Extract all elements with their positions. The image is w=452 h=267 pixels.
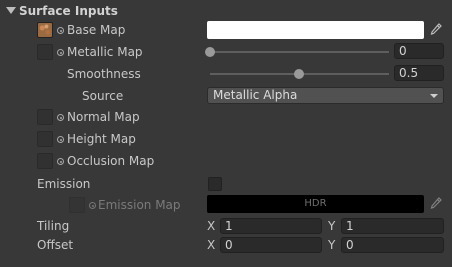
offset-x-field[interactable]: 0	[220, 237, 322, 253]
base-map-color-field[interactable]	[207, 21, 424, 39]
tiling-x-field[interactable]: 1	[220, 218, 322, 234]
foldout-triangle-icon[interactable]	[6, 7, 16, 14]
metallic-map-object-picker-icon[interactable]	[57, 49, 64, 56]
occlusion-map-object-picker-icon[interactable]	[57, 158, 64, 165]
offset-x-label: X	[207, 238, 216, 252]
tiling-y-label: Y	[328, 219, 336, 233]
source-label: Source	[82, 89, 124, 103]
emission-checkbox[interactable]	[208, 177, 222, 191]
height-map-texture-slot[interactable]	[37, 131, 53, 147]
normal-map-texture-slot[interactable]	[37, 109, 53, 125]
metallic-slider-track[interactable]	[210, 51, 389, 53]
offset-label: Offset	[37, 238, 74, 252]
smoothness-value-field[interactable]: 0.5	[394, 65, 444, 81]
base-map-eyedropper-icon[interactable]	[428, 21, 444, 39]
emission-map-label: Emission Map	[98, 198, 181, 212]
offset-y-label: Y	[328, 238, 336, 252]
source-dropdown[interactable]: Metallic Alpha	[207, 87, 444, 104]
smoothness-slider-knob[interactable]	[294, 69, 304, 79]
metallic-map-texture-slot[interactable]	[37, 44, 53, 60]
emission-color-field: HDR	[207, 195, 424, 213]
base-map-texture-slot[interactable]	[37, 22, 53, 38]
emission-map-texture-slot	[69, 197, 85, 213]
emission-map-object-picker-icon	[89, 202, 96, 209]
base-map-label: Base Map	[67, 23, 126, 37]
metallic-value-field[interactable]: 0	[394, 43, 444, 59]
source-dropdown-value: Metallic Alpha	[213, 88, 298, 102]
emission-label: Emission	[37, 177, 91, 191]
hdr-label: HDR	[304, 198, 327, 209]
tiling-x-label: X	[207, 219, 216, 233]
section-title[interactable]: Surface Inputs	[19, 3, 118, 19]
smoothness-label: Smoothness	[67, 67, 141, 81]
normal-map-object-picker-icon[interactable]	[57, 114, 64, 121]
height-map-label: Height Map	[67, 132, 136, 146]
emission-eyedropper-icon	[430, 197, 442, 209]
metallic-map-label: Metallic Map	[67, 45, 143, 59]
chevron-down-icon	[430, 94, 438, 98]
height-map-object-picker-icon[interactable]	[57, 136, 64, 143]
base-map-object-picker-icon[interactable]	[57, 27, 64, 34]
tiling-y-field[interactable]: 1	[341, 218, 444, 234]
normal-map-label: Normal Map	[67, 110, 140, 124]
occlusion-map-label: Occlusion Map	[67, 154, 155, 168]
occlusion-map-texture-slot[interactable]	[37, 153, 53, 169]
offset-y-field[interactable]: 0	[341, 237, 444, 253]
metallic-slider-knob[interactable]	[205, 47, 215, 57]
tiling-label: Tiling	[37, 219, 70, 233]
